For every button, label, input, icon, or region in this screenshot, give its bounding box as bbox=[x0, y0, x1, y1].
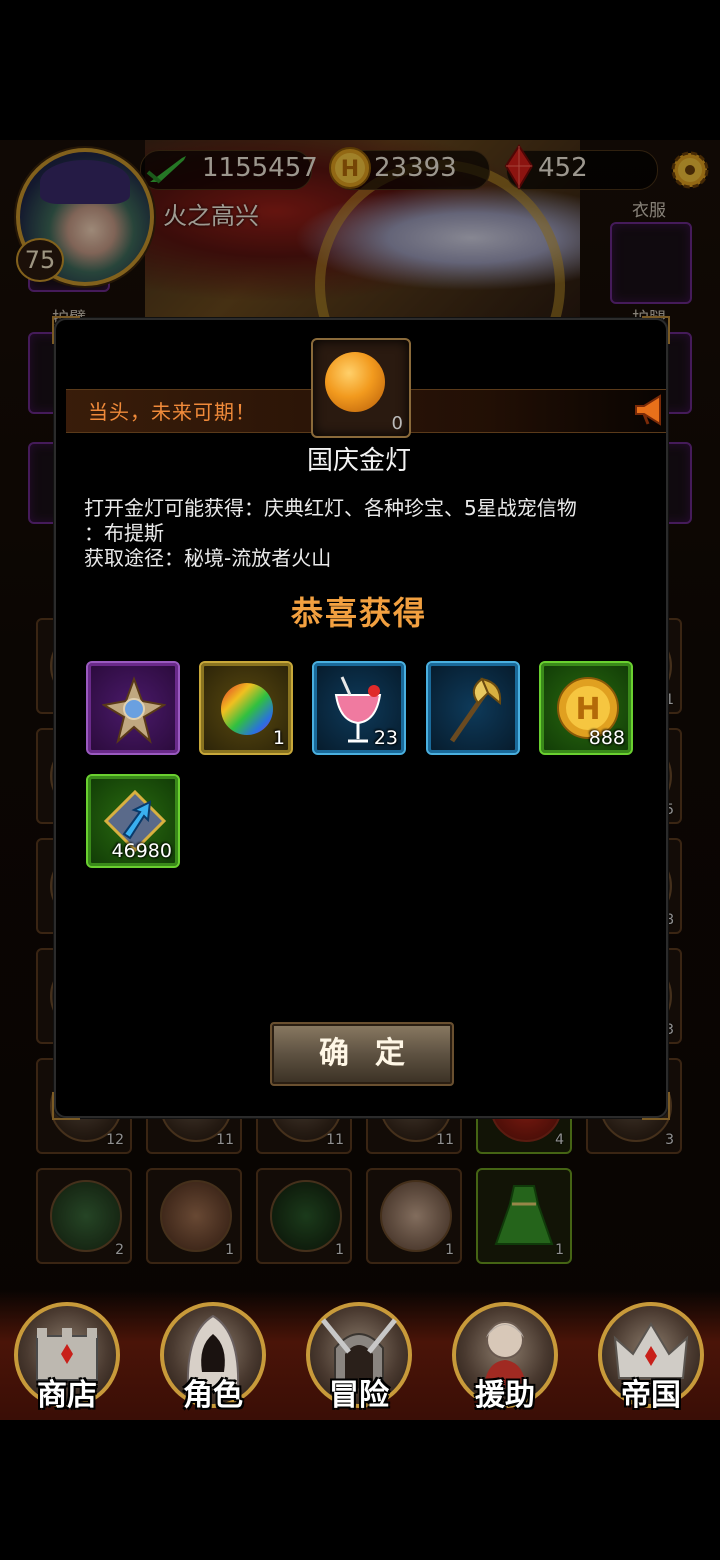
announcement-text: 当头，未来可期！ bbox=[88, 400, 256, 424]
item-title: 国庆金灯 bbox=[306, 446, 411, 476]
reward-count: 46980 bbox=[111, 840, 172, 862]
corner-ornament bbox=[642, 1092, 670, 1120]
congrats-heading: 恭喜获得 bbox=[290, 594, 427, 632]
reward-item[interactable]: 23 bbox=[312, 661, 406, 755]
reward-item[interactable]: H 888 bbox=[539, 661, 633, 755]
rainbow-orb-icon bbox=[221, 683, 273, 735]
reward-count: 1 bbox=[272, 727, 285, 749]
description-line: ：布提斯 bbox=[84, 521, 164, 545]
nav-empire-label: 帝国 bbox=[621, 1378, 681, 1413]
reward-count: 888 bbox=[588, 727, 625, 749]
crystal-amulet-icon bbox=[102, 676, 166, 744]
nav-adventure-label: 冒险 bbox=[329, 1378, 389, 1413]
reward-item[interactable] bbox=[86, 661, 180, 755]
item-count: 0 bbox=[391, 413, 403, 434]
nav-shop-label: 商店 bbox=[37, 1378, 97, 1413]
item-slot-golden-lantern: 0 bbox=[311, 338, 411, 438]
item-description: 打开金灯可能获得：庆典红灯、各种珍宝、5星战宠信物 ：布提斯 获取途径：秘境-流… bbox=[84, 496, 644, 571]
reward-item[interactable] bbox=[426, 661, 520, 755]
reward-item[interactable]: 46980 bbox=[86, 774, 180, 868]
corner-ornament bbox=[52, 316, 80, 344]
golden-lantern-icon bbox=[325, 352, 385, 412]
megaphone-icon[interactable] bbox=[632, 392, 668, 428]
reward-item[interactable]: 1 bbox=[199, 661, 293, 755]
svg-text:H: H bbox=[575, 692, 600, 727]
confirm-button[interactable]: 确定 bbox=[270, 1022, 454, 1086]
description-line: 获取途径：秘境-流放者火山 bbox=[84, 546, 332, 570]
corner-ornament bbox=[642, 316, 670, 344]
reward-count: 23 bbox=[373, 727, 398, 749]
golden-axe-icon bbox=[449, 677, 502, 743]
description-line: 打开金灯可能获得：庆典红灯、各种珍宝、5星战宠信物 bbox=[84, 496, 577, 520]
nav-character-label: 角色 bbox=[183, 1378, 243, 1413]
nav-support-label: 援助 bbox=[475, 1378, 535, 1413]
corner-ornament bbox=[52, 1092, 80, 1120]
